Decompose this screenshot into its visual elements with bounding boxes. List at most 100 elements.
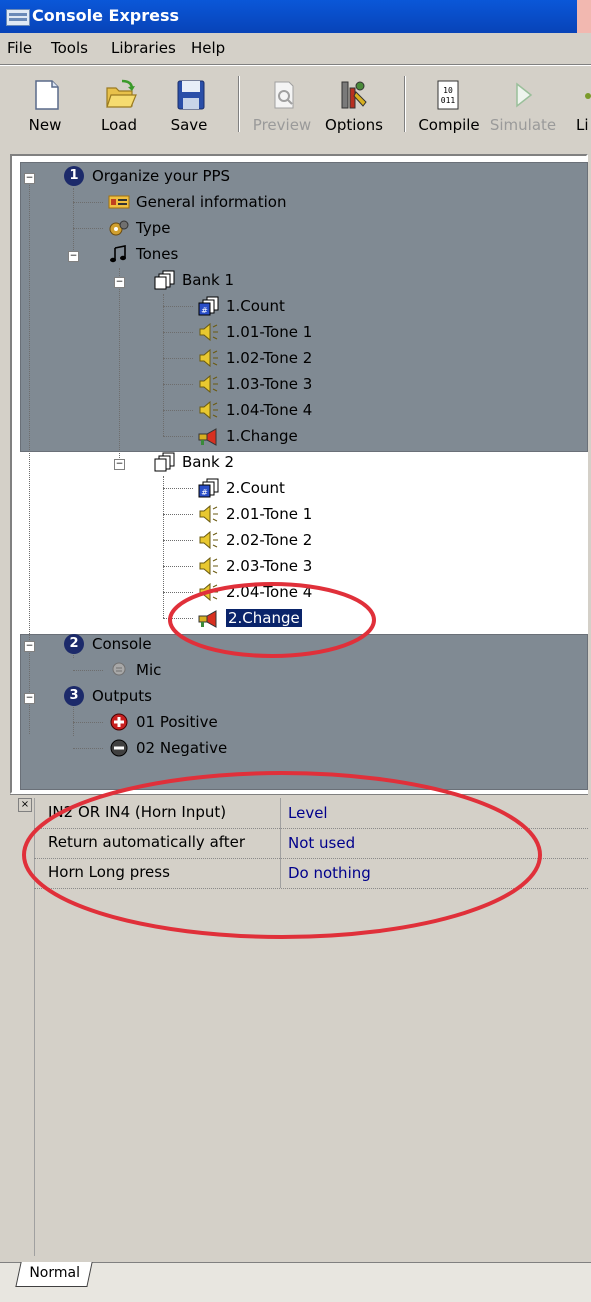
step-number-badge: 1 <box>64 166 84 186</box>
tree-node-b1-count[interactable]: #1.Count <box>198 296 285 320</box>
tree-node-label: Bank 1 <box>182 271 234 289</box>
tree-pane[interactable]: − − − − − − 1 Organize your PPS General i… <box>10 154 588 794</box>
tree-line <box>73 722 103 723</box>
menu-file[interactable]: File <box>7 39 32 57</box>
tree-node-b1-change[interactable]: 1.Change <box>198 426 298 450</box>
tree-node-label: 1.Count <box>226 297 285 315</box>
tree-node-general[interactable]: General information <box>108 192 286 216</box>
speaker-icon <box>199 348 218 368</box>
tree-node-b1-tone1[interactable]: 1.01-Tone 1 <box>198 322 312 346</box>
collapse-toggle[interactable]: − <box>68 251 79 262</box>
tree-node-console[interactable]: 2 Console <box>64 634 152 658</box>
compile-button[interactable]: 10 011 Compile <box>413 66 485 142</box>
menu-help[interactable]: Help <box>191 39 225 57</box>
tree-node-b2-tone4[interactable]: 2.04-Tone 4 <box>198 582 312 606</box>
tree-node-b2-tone1[interactable]: 2.01-Tone 1 <box>198 504 312 528</box>
property-value[interactable]: Level <box>288 804 328 822</box>
svg-text:#: # <box>201 488 208 497</box>
binary-icon: 10 011 <box>437 80 459 110</box>
menu-libraries[interactable]: Libraries <box>111 39 176 57</box>
tree-line <box>163 476 164 618</box>
tree-node-label: 2.01-Tone 1 <box>226 505 313 523</box>
property-value[interactable]: Do nothing <box>288 864 371 882</box>
options-button[interactable]: Options <box>318 66 390 142</box>
property-key: Return automatically after <box>48 833 246 851</box>
tree-node-b2-tone3[interactable]: 2.03-Tone 3 <box>198 556 312 580</box>
menu-tools[interactable]: Tools <box>51 39 88 57</box>
property-row[interactable]: IN2 OR IN4 (Horn Input) Level <box>34 798 588 829</box>
minus-circle-icon <box>110 739 128 757</box>
tree-node-label: 2.03-Tone 3 <box>226 557 313 575</box>
collapse-toggle[interactable]: − <box>114 277 125 288</box>
library-icon <box>585 93 591 99</box>
tree-line <box>73 670 103 671</box>
close-properties-button[interactable]: × <box>18 798 32 812</box>
tree-node-b2-count[interactable]: #2.Count <box>198 478 285 502</box>
menu-bar: File Tools Libraries Help <box>0 36 591 60</box>
property-divider <box>280 798 281 828</box>
property-divider <box>280 828 281 858</box>
load-button[interactable]: Load <box>92 66 146 142</box>
step-number-badge: 3 <box>64 686 84 706</box>
collapse-toggle[interactable]: − <box>24 641 35 652</box>
tab-normal[interactable]: Normal <box>15 1262 93 1287</box>
new-file-icon <box>35 80 59 110</box>
new-label: New <box>28 116 62 134</box>
tree-node-label: Mic <box>136 661 162 679</box>
tree-line <box>163 592 193 593</box>
tree-node-label: 1.03-Tone 3 <box>226 375 313 393</box>
tree-node-label: 01 Positive <box>136 713 218 731</box>
save-label: Save <box>170 116 208 134</box>
tree-line <box>163 514 193 515</box>
speaker-icon <box>199 582 218 602</box>
tree-line <box>163 488 193 489</box>
tree-line <box>163 294 164 436</box>
collapse-toggle[interactable]: − <box>24 173 35 184</box>
tree-node-label: 2.02-Tone 2 <box>226 531 313 549</box>
tree-node-b1-tone4[interactable]: 1.04-Tone 4 <box>198 400 312 424</box>
property-row[interactable]: Return automatically after Not used <box>34 828 588 859</box>
speaker-icon <box>199 530 218 550</box>
simulate-label: Simulate <box>489 116 557 134</box>
tree-node-b2-change[interactable]: 2.Change <box>198 608 303 632</box>
preview-button[interactable]: Preview <box>247 66 317 142</box>
app-icon <box>6 9 30 26</box>
library-button[interactable]: Li <box>570 66 591 142</box>
tree-node-tones[interactable]: Tones <box>108 244 178 268</box>
tree-node-label: Outputs <box>92 687 152 705</box>
property-row[interactable]: Horn Long press Do nothing <box>34 858 588 889</box>
collapse-toggle[interactable]: − <box>24 693 35 704</box>
property-value[interactable]: Not used <box>288 834 355 852</box>
info-card-icon <box>108 195 130 209</box>
tree-node-label: 1.04-Tone 4 <box>226 401 313 419</box>
tree-node-label: General information <box>136 193 287 211</box>
collapse-toggle[interactable]: − <box>114 459 125 470</box>
title-bar-edge <box>577 0 591 33</box>
microphone-icon <box>112 662 126 676</box>
toolbar-separator <box>404 76 406 132</box>
tree-node-b1-tone2[interactable]: 1.02-Tone 2 <box>198 348 312 372</box>
stacked-pages-icon <box>154 270 175 290</box>
simulate-button[interactable]: Simulate <box>489 66 557 142</box>
tree-node-label: Type <box>136 219 171 237</box>
gears-icon <box>109 220 129 236</box>
save-button[interactable]: Save <box>162 66 216 142</box>
new-button[interactable]: New <box>18 66 72 142</box>
tree-node-label: 2.Change <box>225 608 303 628</box>
tree-node-bank1[interactable]: Bank 1 <box>154 270 234 294</box>
tree-node-organize[interactable]: 1 Organize your PPS <box>64 166 230 190</box>
tree-node-label: Console <box>92 635 152 653</box>
tree-line <box>73 748 103 749</box>
tree-node-outputs[interactable]: 3 Outputs <box>64 686 152 710</box>
tree-node-type[interactable]: Type <box>108 218 170 242</box>
tree-node-b1-tone3[interactable]: 1.03-Tone 3 <box>198 374 312 398</box>
preview-label: Preview <box>252 116 312 134</box>
tree-node-mic[interactable]: Mic <box>108 660 161 684</box>
tree-node-bank2[interactable]: Bank 2 <box>154 452 234 476</box>
tree-node-positive[interactable]: 01 Positive <box>108 712 218 736</box>
tree-node-b2-tone2[interactable]: 2.02-Tone 2 <box>198 530 312 554</box>
tree-node-negative[interactable]: 02 Negative <box>108 738 227 762</box>
title-bar: Console Express <box>0 0 591 33</box>
property-key: IN2 OR IN4 (Horn Input) <box>48 803 227 821</box>
svg-text:#: # <box>201 306 208 315</box>
